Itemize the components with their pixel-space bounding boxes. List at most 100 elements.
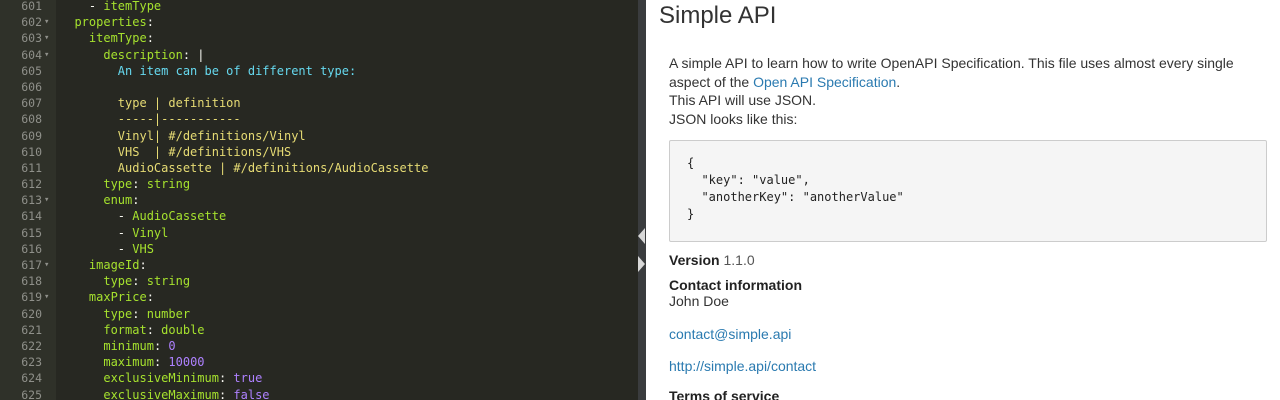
- code-token: itemType: [103, 0, 162, 13]
- line-number: 618: [21, 274, 42, 289]
- line-number: 624: [21, 371, 42, 386]
- code-line[interactable]: 613 ▾ enum:: [0, 192, 638, 208]
- line-number: 607: [21, 96, 42, 111]
- fold-toggle-icon[interactable]: ▾: [44, 257, 49, 273]
- json-code-sample: { "key": "value", "anotherKey": "another…: [669, 140, 1267, 242]
- code-token: -: [60, 225, 133, 240]
- code-token: :: [146, 15, 154, 30]
- code-line[interactable]: 604 ▾ description: |: [0, 47, 638, 63]
- line-number: 619: [21, 290, 42, 305]
- code-line[interactable]: 618 type: string: [0, 273, 638, 289]
- fold-toggle-icon[interactable]: ▾: [44, 289, 49, 305]
- line-number: 610: [21, 144, 42, 159]
- code-line[interactable]: 611 AudioCassette | #/definitions/AudioC…: [0, 160, 638, 176]
- line-number: 614: [21, 209, 42, 224]
- code-line[interactable]: 608 -----|-----------: [0, 111, 638, 127]
- description-text: .: [896, 73, 901, 90]
- code-line[interactable]: 601 - itemType: [0, 0, 638, 14]
- code-token: :: [132, 274, 147, 289]
- code-line[interactable]: 620 type: number: [0, 306, 638, 322]
- code-line[interactable]: 607 type | definition: [0, 95, 638, 111]
- code-token: :: [132, 177, 147, 192]
- fold-toggle-icon[interactable]: ▾: [44, 14, 49, 30]
- code-line[interactable]: 610 VHS | #/definitions/VHS: [0, 144, 638, 160]
- line-number: 620: [21, 306, 42, 321]
- code-line[interactable]: 612 type: string: [0, 176, 638, 192]
- fold-toggle-icon[interactable]: ▾: [44, 30, 49, 46]
- version-value: 1.1.0: [719, 252, 755, 268]
- code-token: VHS: [132, 241, 154, 256]
- api-description: A simple API to learn how to write OpenA…: [669, 54, 1259, 128]
- code-text: type: string: [60, 176, 190, 192]
- code-token: format: [103, 322, 147, 337]
- code-line[interactable]: 616 - VHS: [0, 241, 638, 257]
- code-token: VHS | #/definitions/VHS: [60, 144, 292, 159]
- code-line[interactable]: 625 exclusiveMaximum: false: [0, 387, 638, 400]
- code-text: exclusiveMinimum: true: [60, 370, 262, 386]
- code-token: string: [146, 274, 191, 289]
- code-token: minimum: [103, 338, 154, 353]
- code-token: string: [146, 177, 191, 192]
- code-line[interactable]: 609 Vinyl| #/definitions/Vinyl: [0, 128, 638, 144]
- code-token: :: [218, 371, 234, 386]
- code-text: -----|-----------: [60, 111, 241, 127]
- code-line[interactable]: 619 ▾ maxPrice:: [0, 289, 638, 305]
- code-line[interactable]: 621 format: double: [0, 322, 638, 338]
- code-token: type: [103, 306, 133, 321]
- code-token: : |: [182, 47, 205, 62]
- code-line[interactable]: 624 exclusiveMinimum: true: [0, 370, 638, 386]
- line-number: 612: [21, 177, 42, 192]
- code-line[interactable]: 605 An item can be of different type:: [0, 63, 638, 79]
- code-token: enum: [103, 193, 133, 208]
- fold-toggle-icon[interactable]: ▾: [44, 192, 49, 208]
- code-token: An item can be of different type:: [60, 63, 357, 78]
- code-text: maxPrice:: [60, 289, 154, 305]
- code-text: description: |: [60, 47, 205, 63]
- code-area[interactable]: 601 - itemType 602 ▾ properties: 603 ▾ itemT…: [0, 0, 638, 400]
- code-line[interactable]: 617 ▾ imageId:: [0, 257, 638, 273]
- code-token: properties: [74, 15, 147, 30]
- contact-url-link[interactable]: http://simple.api/contact: [669, 358, 816, 374]
- code-line[interactable]: 615 - Vinyl: [0, 225, 638, 241]
- code-token: :: [153, 355, 169, 370]
- line-number: 625: [21, 387, 42, 400]
- code-line[interactable]: 622 minimum: 0: [0, 338, 638, 354]
- line-number: 602: [21, 15, 42, 30]
- code-line[interactable]: 606: [0, 79, 638, 95]
- terms-of-service-heading: Terms of service: [669, 388, 780, 400]
- contact-email-link[interactable]: contact@simple.api: [669, 326, 791, 342]
- code-line[interactable]: 603 ▾ itemType:: [0, 30, 638, 46]
- pane-splitter[interactable]: [638, 0, 646, 400]
- code-line[interactable]: 614 - AudioCassette: [0, 208, 638, 224]
- description-text: aspect of the: [669, 73, 754, 90]
- code-text: maximum: 10000: [60, 354, 204, 370]
- code-token: imageId: [88, 258, 140, 272]
- code-token: -: [60, 209, 133, 224]
- code-line[interactable]: 602 ▾ properties:: [0, 14, 638, 30]
- yaml-editor[interactable]: 601 - itemType 602 ▾ properties: 603 ▾ itemT…: [0, 0, 638, 400]
- fold-toggle-icon[interactable]: ▾: [44, 47, 49, 63]
- collapse-left-icon[interactable]: [638, 228, 645, 244]
- code-text: exclusiveMaximum: false: [60, 387, 269, 400]
- code-text: - itemType: [60, 0, 161, 14]
- code-token: -: [60, 0, 104, 13]
- code-token: exclusiveMinimum: [103, 371, 219, 386]
- code-token: :: [146, 290, 154, 305]
- code-text: - Vinyl: [60, 225, 169, 241]
- openapi-spec-link[interactable]: Open API Specification: [753, 74, 896, 90]
- code-token: true: [233, 371, 263, 386]
- line-number: 606: [21, 79, 42, 94]
- line-number: 622: [21, 338, 42, 353]
- code-line[interactable]: 623 maximum: 10000: [0, 354, 638, 370]
- documentation-preview: Simple API A simple API to learn how to …: [646, 0, 1280, 400]
- collapse-right-icon[interactable]: [638, 256, 645, 272]
- code-token: :: [146, 322, 162, 337]
